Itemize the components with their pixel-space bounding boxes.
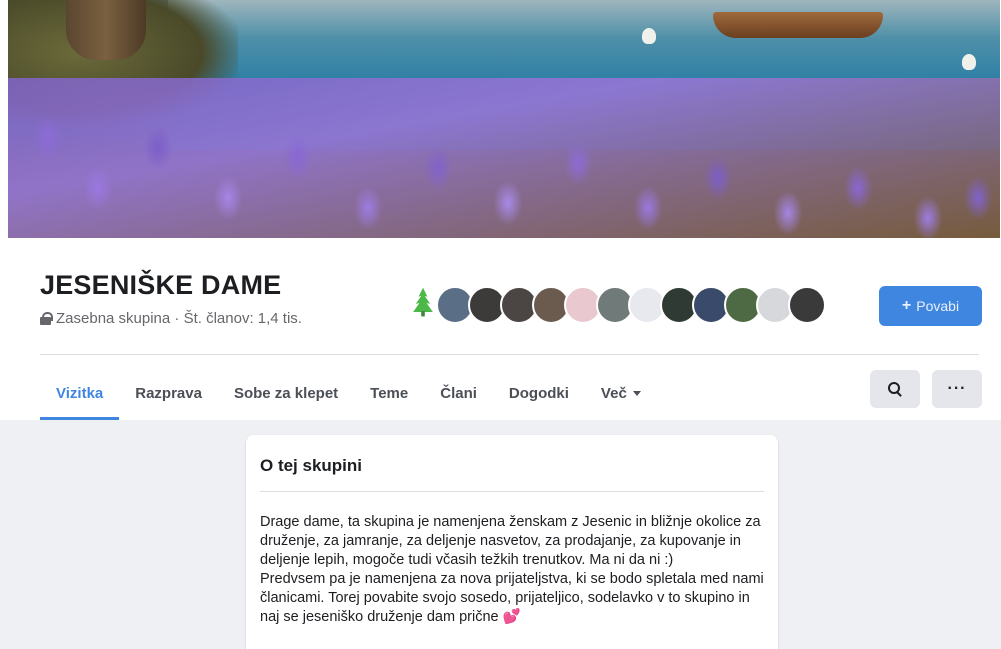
search-button[interactable] xyxy=(870,370,920,408)
tab-teme[interactable]: Teme xyxy=(354,366,424,420)
cover-boat xyxy=(713,12,883,38)
group-tabs: Vizitka Razprava Sobe za klepet Teme Čla… xyxy=(40,366,657,420)
tab-vizitka[interactable]: Vizitka xyxy=(40,366,120,420)
tab-dogodki[interactable]: Dogodki xyxy=(493,366,585,420)
heart-icon: 💕 xyxy=(502,609,521,625)
about-title: O tej skupini xyxy=(260,456,363,475)
cover-swan xyxy=(962,54,976,70)
group-header: JESENIŠKE DAME Zasebna skupina · Št. čla… xyxy=(0,238,1001,420)
search-icon xyxy=(888,382,902,396)
group-meta: Zasebna skupina · Št. članov: 1,4 tis. xyxy=(40,310,302,327)
tab-label: Člani xyxy=(440,384,477,402)
cover-tree-trunk xyxy=(66,0,146,60)
cover-crocus-field xyxy=(8,78,1000,238)
more-options-button[interactable]: ··· xyxy=(932,370,982,408)
about-paragraph: Drage dame, ta skupina je namenjena žens… xyxy=(260,514,761,568)
about-description: Drage dame, ta skupina je namenjena žens… xyxy=(260,513,768,627)
more-icon: ··· xyxy=(947,380,967,397)
tab-label: Več xyxy=(600,384,627,402)
caret-down-icon xyxy=(632,390,641,396)
invite-button-label: Povabi xyxy=(916,298,960,314)
lock-icon xyxy=(40,312,53,325)
member-avatar[interactable] xyxy=(788,286,826,324)
plus-icon: + xyxy=(901,297,912,314)
tab-label: Vizitka xyxy=(56,384,104,402)
tab-label: Sobe za klepet xyxy=(233,384,339,402)
invite-button[interactable]: + Povabi xyxy=(879,286,982,326)
tab-label: Dogodki xyxy=(508,384,569,402)
tab-label: Razprava xyxy=(135,384,202,402)
tab-label: Teme xyxy=(370,384,409,402)
group-title[interactable]: JESENIŠKE DAME xyxy=(40,270,281,301)
member-avatars xyxy=(404,286,826,324)
tab-clani[interactable]: Člani xyxy=(424,366,493,420)
tree-icon xyxy=(413,287,433,317)
about-card: O tej skupini Drage dame, ta skupina je … xyxy=(246,435,778,649)
cover-photo[interactable] xyxy=(8,0,1000,238)
tab-sobe-za-klepet[interactable]: Sobe za klepet xyxy=(218,366,354,420)
group-privacy-members[interactable]: Zasebna skupina · Št. članov: 1,4 tis. xyxy=(56,310,302,327)
tab-vec[interactable]: Več xyxy=(585,366,657,420)
cover-swan xyxy=(642,28,656,44)
tab-razprava[interactable]: Razprava xyxy=(119,366,218,420)
header-divider xyxy=(40,354,979,355)
about-paragraph: Predvsem pa je namenjena za nova prijate… xyxy=(260,571,764,625)
about-divider xyxy=(260,491,764,492)
